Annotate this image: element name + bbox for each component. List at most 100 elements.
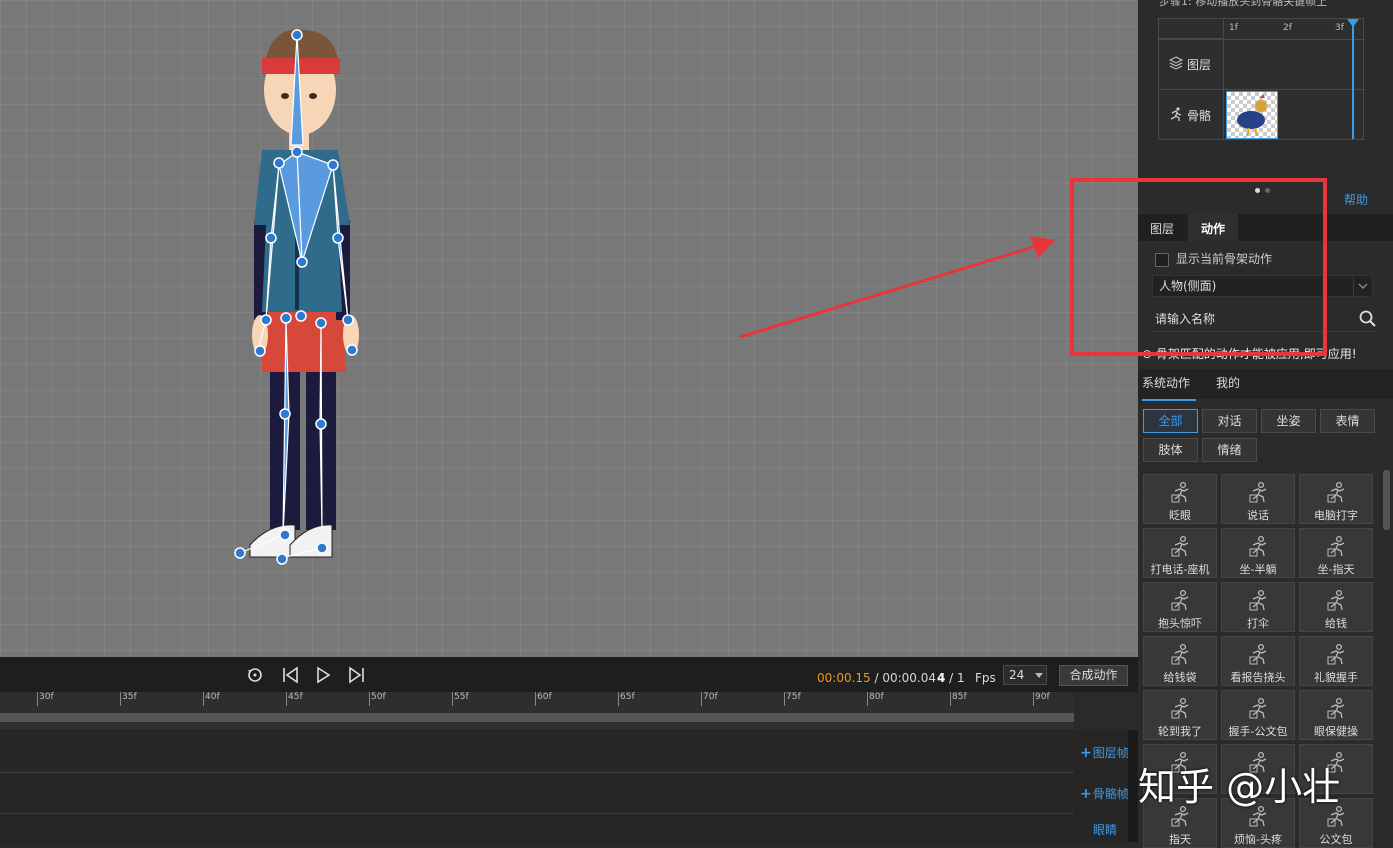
action-figure-icon [1171,697,1191,722]
category-emotion[interactable]: 情绪 [1202,438,1257,462]
action-tile-label: 公文包 [1319,833,1353,846]
action-tile[interactable]: 打电话-座机 [1143,528,1217,578]
time-separator: / [870,671,883,685]
prev-frame-icon[interactable] [279,665,301,685]
category-limbs[interactable]: 肢体 [1143,438,1198,462]
ruler-tick: 50f [369,692,386,706]
ruler-strip [0,713,1074,722]
plus-icon: + [1080,786,1092,802]
action-tile[interactable]: 打伞 [1221,582,1295,632]
track-scrollbar[interactable] [1128,730,1138,842]
action-tile[interactable]: 说话 [1221,474,1295,524]
add-layer-frame-label: 图层帧 [1092,746,1129,760]
play-icon[interactable] [312,665,334,685]
step-playhead[interactable] [1352,19,1354,139]
action-figure-icon [1249,643,1269,668]
action-tile-label: 说话 [1247,509,1269,522]
action-tile[interactable]: 坐-指天 [1299,528,1373,578]
running-icon [1169,107,1183,124]
ruler-tick: 80f [867,692,884,706]
tab-my-actions[interactable]: 我的 [1216,369,1240,399]
add-bone-frame-label: 骨骼帧 [1092,787,1129,801]
category-expression[interactable]: 表情 [1320,409,1375,433]
ruler-tick: 65f [618,692,635,706]
ruler-tick: 30f [37,692,54,706]
watermark: 知乎 @小壮 [1138,765,1341,809]
action-tile-label: 眼保健操 [1314,725,1358,738]
panel-scrollbar[interactable] [1383,470,1390,530]
step-row-label: 图层 [1187,58,1212,72]
action-tile-label: 看报告挠头 [1230,671,1286,684]
action-tile[interactable]: 礼貌握手 [1299,636,1373,686]
action-tile-label: 给钱 [1325,617,1347,630]
action-tile[interactable]: 坐-半躺 [1221,528,1295,578]
bone-track[interactable] [0,773,1074,814]
action-figure-icon [1171,535,1191,560]
next-frame-icon[interactable] [346,665,368,685]
action-tile-label: 打伞 [1247,617,1269,630]
action-tile[interactable]: 看报告挠头 [1221,636,1295,686]
action-tile-label: 指天 [1169,833,1191,846]
playhead-marker-icon [1347,19,1359,27]
action-figure-icon [1249,535,1269,560]
action-tile-label: 打电话-座机 [1150,563,1210,576]
ruler-tick: 45f [286,692,303,706]
loop-icon[interactable] [244,665,266,685]
character-skeleton[interactable] [0,0,1138,657]
action-source-tabs: 系统动作 我的 [1138,369,1393,401]
action-tile[interactable]: 眼保健操 [1299,690,1373,740]
chevron-down-icon [1353,276,1372,296]
ruler-tick: 85f [950,692,967,706]
action-tile[interactable]: 眨眼 [1143,474,1217,524]
fps-select[interactable]: 24 [1003,665,1047,685]
stage-canvas[interactable] [0,0,1138,657]
action-tile[interactable]: 轮到我了 [1143,690,1217,740]
time-readout: 00:00.15 / 00:00.04 [817,671,936,685]
step-frame-label: 2f [1283,23,1292,33]
action-figure-icon [1171,589,1191,614]
help-link[interactable]: 帮助 [1344,191,1368,208]
action-tile-label: 轮到我了 [1158,725,1202,738]
timeline-ruler[interactable]: 30f 35f 40f 45f 50f 55f 60f 65f 70f 75f … [0,692,1074,730]
action-figure-icon [1327,535,1347,560]
action-tile[interactable]: 给钱 [1299,582,1373,632]
timeline-tracks: +图层帧 +骨骼帧 眼睛 [0,730,1138,842]
action-tile-label: 电脑打字 [1314,509,1358,522]
fps-value: 24 [1009,668,1025,682]
search-icon[interactable] [1358,309,1378,338]
category-all[interactable]: 全部 [1143,409,1198,433]
ruler-tick: 75f [784,692,801,706]
action-figure-icon [1249,481,1269,506]
highlight-box [1070,178,1327,356]
add-bone-frame-button[interactable]: +骨骼帧 [1080,785,1129,802]
step-label-column [1159,39,1224,139]
bone-keyframe-thumbnail[interactable] [1226,91,1278,139]
tab-system-actions[interactable]: 系统动作 [1142,369,1196,401]
action-figure-icon [1327,481,1347,506]
action-tile[interactable]: 给钱袋 [1143,636,1217,686]
add-layer-frame-button[interactable]: +图层帧 [1080,744,1129,761]
ruler-tick: 60f [535,692,552,706]
action-figure-icon [1249,589,1269,614]
layer-track[interactable] [0,732,1074,773]
ruler-tick: 70f [701,692,718,706]
fps-label: Fps [975,671,996,685]
step-mini-timeline: 1f 2f 3f 图层 骨骼 [1158,18,1364,140]
action-figure-icon [1171,643,1191,668]
action-figure-icon [1327,589,1347,614]
action-tile-label: 烦恼-头疼 [1234,833,1282,846]
category-dialogue[interactable]: 对话 [1202,409,1257,433]
track-label[interactable]: 眼睛 [1093,821,1117,838]
action-tile-label: 给钱袋 [1163,671,1197,684]
compose-action-button[interactable]: 合成动作 [1059,665,1128,686]
chevron-down-icon [1035,673,1043,678]
step-frame-label: 3f [1335,23,1344,33]
step-row-label: 骨骼 [1187,109,1212,123]
action-tile[interactable]: 握手-公文包 [1221,690,1295,740]
ruler-tick: 35f [120,692,137,706]
action-tile[interactable]: 电脑打字 [1299,474,1373,524]
action-tile[interactable]: 抱头惊吓 [1143,582,1217,632]
time-current: 00:00.15 [817,671,871,685]
category-sitting[interactable]: 坐姿 [1261,409,1316,433]
action-tile-label: 握手-公文包 [1228,725,1288,738]
